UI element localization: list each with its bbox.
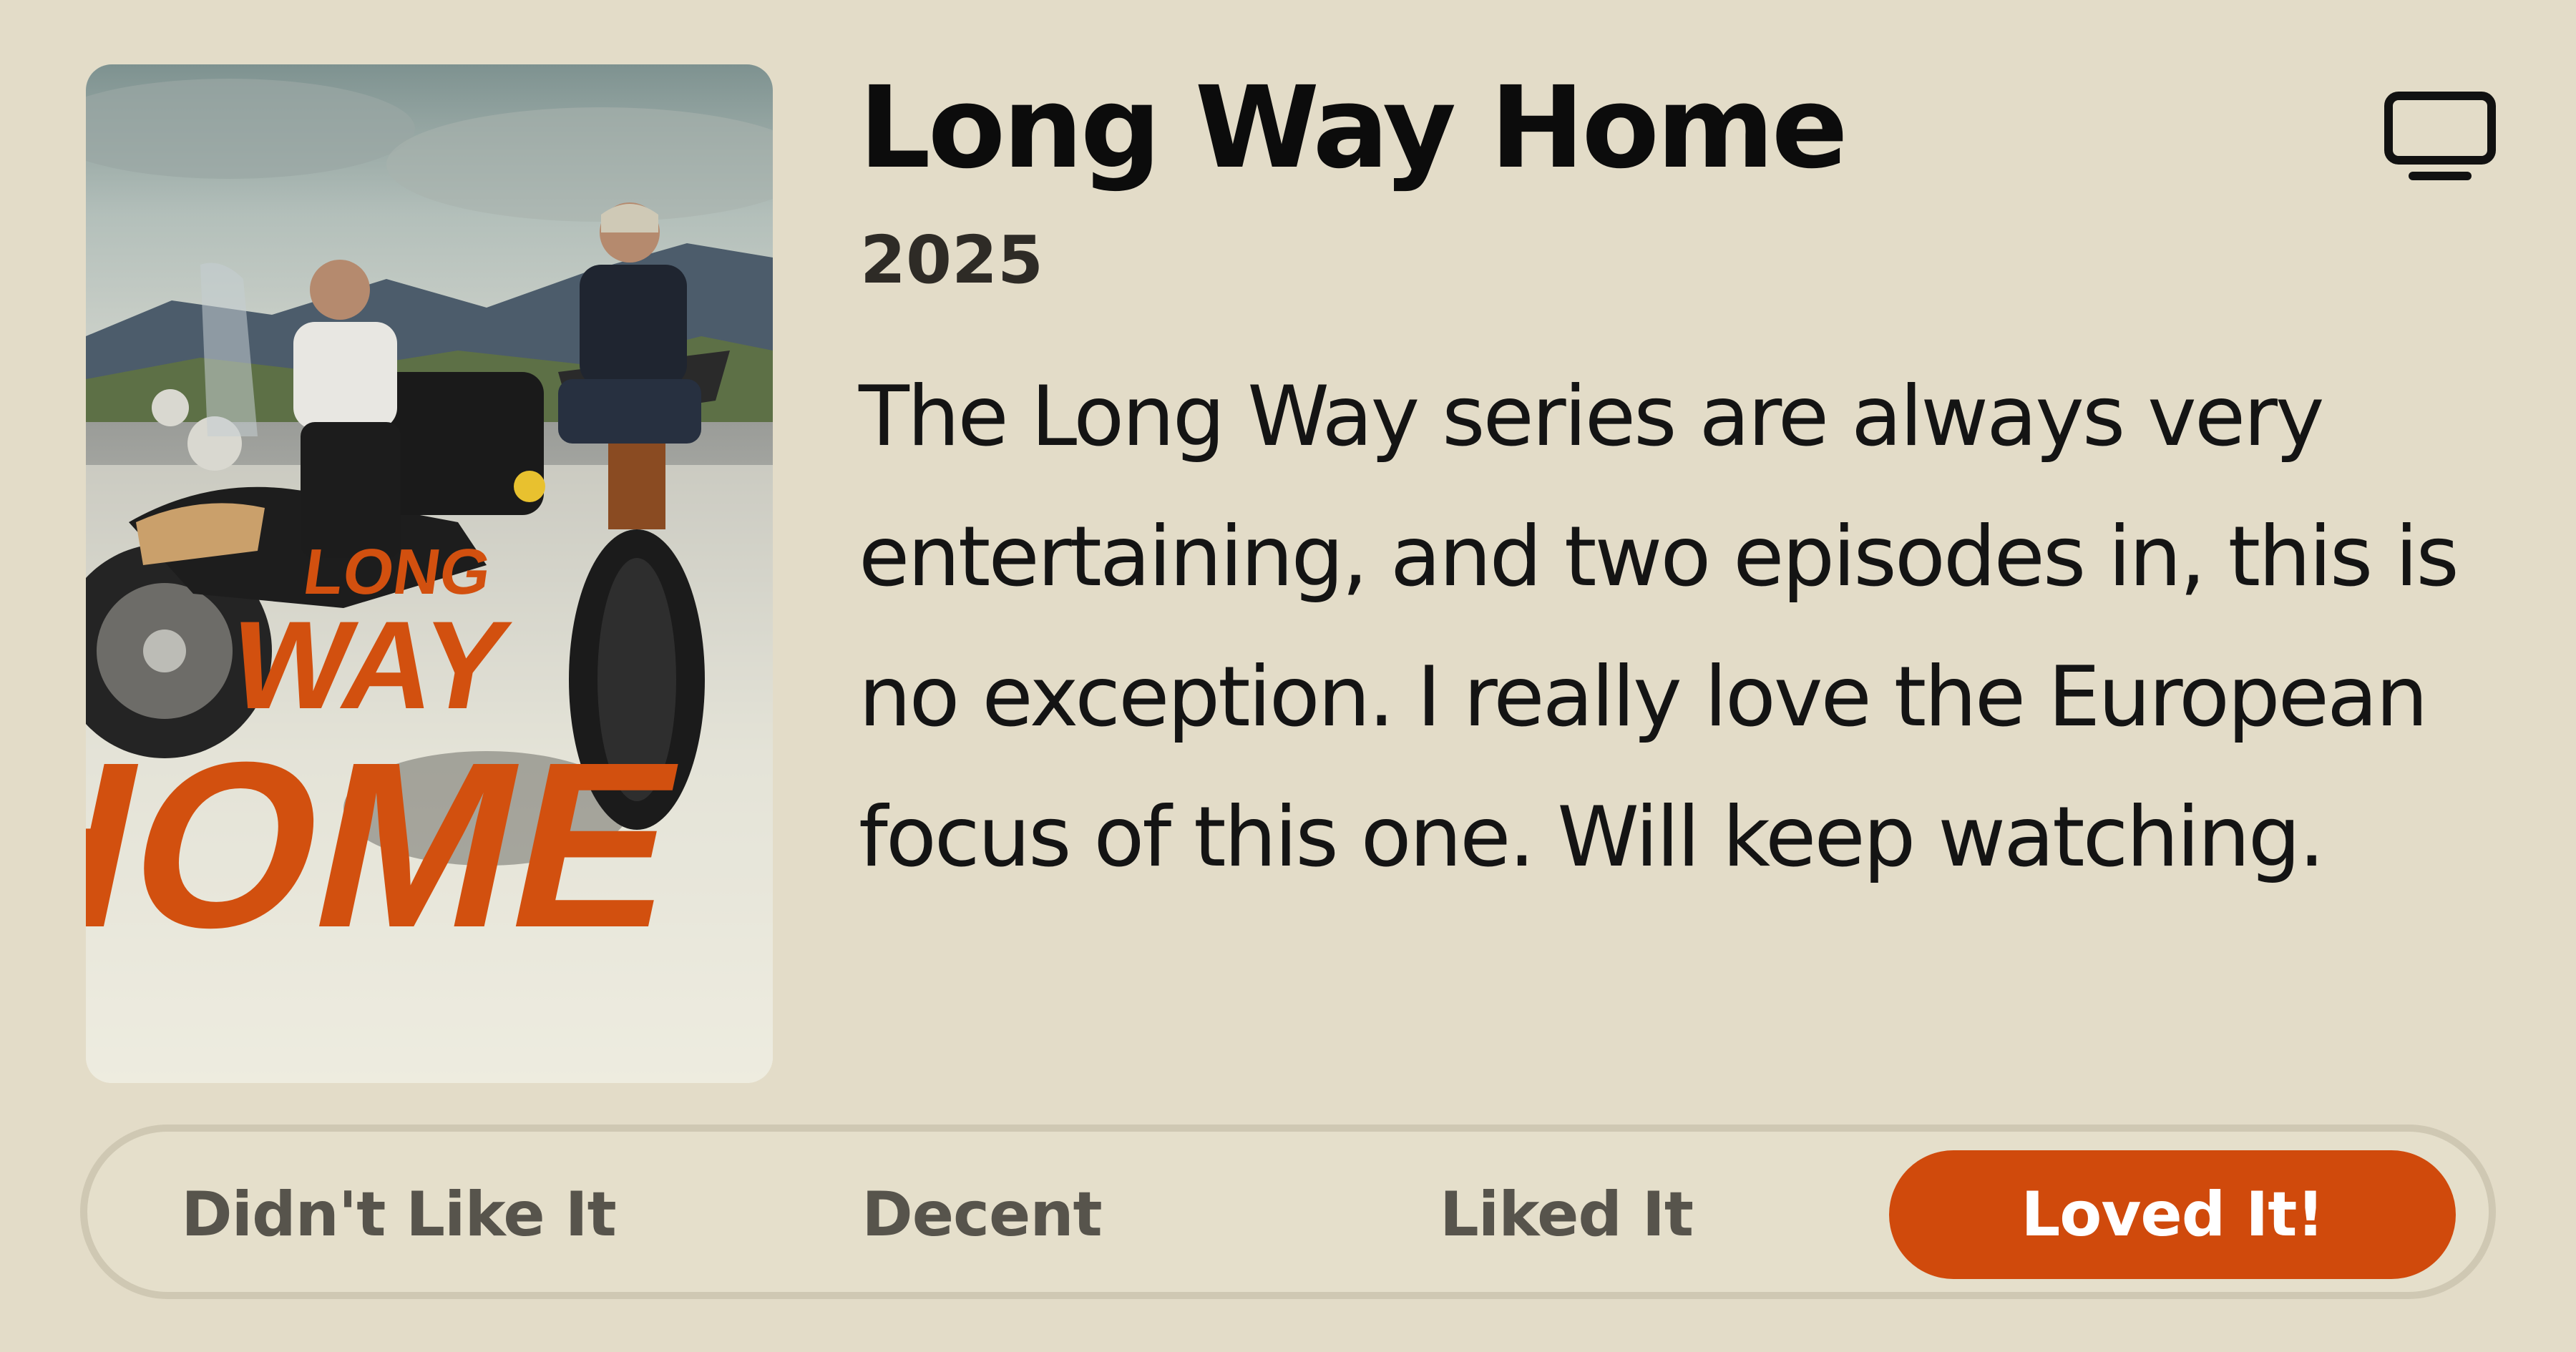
- review-text: The Long Way series are always very ente…: [859, 368, 2459, 886]
- rating-option-loved-it[interactable]: Loved It!: [1889, 1150, 2456, 1279]
- rating-option-didnt-like-it[interactable]: Didn't Like It: [181, 1150, 617, 1279]
- review-card: LONG WAY HOME Long Way Home 2025 The Lon…: [0, 0, 2576, 1352]
- poster-title-line-3: HOME: [86, 712, 703, 976]
- show-title: Long Way Home: [859, 62, 1848, 194]
- show-poster: LONG WAY HOME: [86, 64, 773, 1083]
- rating-option-decent[interactable]: Decent: [771, 1150, 1193, 1279]
- tv-icon: [2383, 90, 2497, 183]
- rating-option-liked-it[interactable]: Liked It: [1355, 1150, 1777, 1279]
- show-year: 2025: [860, 222, 1044, 298]
- rating-selector: Didn't Like It Decent Liked It Loved It!: [80, 1125, 2496, 1299]
- poster-artwork: LONG WAY HOME: [86, 64, 773, 1083]
